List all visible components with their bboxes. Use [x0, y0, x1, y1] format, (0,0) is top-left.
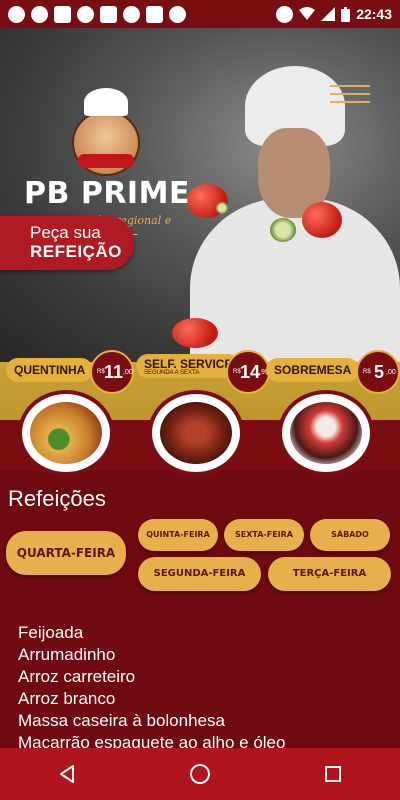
back-triangle-icon [59, 765, 74, 783]
day-tab-quinta[interactable]: QUINTA-FEIRA [138, 519, 218, 551]
price-integer: 5 [374, 362, 385, 382]
price-decimal: ,00 [386, 369, 396, 376]
product-tag-label: SELF. SERVICE [144, 357, 233, 371]
product-quentinha[interactable]: QUENTINHA R$ 11 ,00 [6, 350, 134, 480]
list-item: Arroz carreteiro [18, 667, 136, 686]
order-button-line1: Peça sua [30, 223, 101, 242]
battery-icon [341, 6, 351, 22]
product-tag-label: QUENTINHA [14, 363, 86, 377]
twitter-icon [146, 5, 163, 23]
telegram-icon [77, 5, 94, 23]
product-image [18, 390, 114, 476]
mascot-scarf [78, 154, 134, 168]
meal-list: Feijoada Arrumadinho Arroz carreteiro Ar… [18, 622, 398, 754]
recents-square-icon [325, 766, 342, 782]
steak-plate-image [160, 402, 232, 464]
cucumber-slice-image [270, 218, 296, 242]
price-integer: 11 [104, 362, 124, 382]
day-tab-quarta[interactable]: QUARTA-FEIRA [6, 531, 126, 575]
dessert-glass-image [290, 402, 362, 464]
day-tab-sabado[interactable]: SÁBADO [310, 519, 390, 551]
order-meal-button[interactable]: Peça sua REFEIÇÃO [0, 216, 134, 270]
product-tag: SELF. SERVICE SEGUNDA A SEXTA [136, 354, 241, 378]
meal-plate-image [30, 402, 102, 464]
dnd-icon [276, 5, 294, 23]
whatsapp-icon [123, 5, 140, 23]
price-badge: R$ 14 ,99 [226, 350, 270, 394]
facebook-icon [31, 5, 48, 23]
home-button[interactable] [180, 754, 220, 794]
clock: 22:43 [356, 6, 392, 22]
price-integer: 14 [240, 362, 261, 382]
product-self-service[interactable]: SELF. SERVICE SEGUNDA A SEXTA R$ 14 ,99 [136, 350, 270, 480]
menu-line [330, 85, 370, 87]
brand-name: PB PRIME [24, 176, 190, 211]
recents-button[interactable] [313, 754, 353, 794]
cucumber-slice-image [216, 202, 228, 214]
system-icons: 22:43 [276, 5, 392, 23]
product-sobremesa[interactable]: SOBREMESA R$ 5 ,00 [266, 350, 400, 480]
home-circle-icon [189, 764, 210, 784]
section-title: Refeições [8, 486, 106, 511]
wifi-icon [299, 7, 316, 20]
product-tag-label: SOBREMESA [274, 363, 352, 377]
list-item: Arroz branco [18, 689, 116, 708]
menu-line [330, 93, 370, 95]
tomato-image [172, 318, 218, 348]
back-button[interactable] [47, 754, 87, 794]
mascot-hat [84, 88, 128, 116]
mail-icon [54, 5, 71, 23]
day-tab-segunda[interactable]: SEGUNDA-FEIRA [138, 557, 261, 591]
menu-line [330, 101, 370, 103]
signal-icon [321, 7, 336, 21]
hamburger-menu-button[interactable] [330, 85, 370, 103]
list-item: Feijoada [18, 623, 84, 642]
price-currency: R$ [363, 369, 371, 375]
list-item: Arrumadinho [18, 645, 116, 664]
price-badge: R$ 11 ,00 [90, 350, 134, 394]
product-tag: QUENTINHA [6, 358, 94, 382]
discord-icon [100, 5, 117, 23]
price-badge: R$ 5 ,00 [356, 350, 400, 394]
product-image [148, 390, 244, 476]
notification-icons [8, 5, 186, 23]
price-decimal: ,00 [123, 369, 133, 376]
product-tag: SOBREMESA [266, 358, 360, 382]
pinwheel-icon [169, 5, 186, 23]
product-image [278, 390, 374, 476]
day-tab-terca[interactable]: TERÇA-FEIRA [268, 557, 391, 591]
system-nav-bar [0, 748, 400, 800]
tomato-image [302, 202, 342, 238]
list-item: Massa caseira à bolonhesa [18, 711, 225, 730]
chef-photo-body [190, 198, 400, 362]
day-tab-sexta[interactable]: SEXTA-FEIRA [224, 519, 304, 551]
chef-mascot-icon [70, 88, 142, 176]
order-button-line2: REFEIÇÃO [30, 242, 122, 261]
status-bar: 22:43 [0, 0, 400, 28]
hero-banner: PB PRIME cozinha regional e oriental Peç… [0, 28, 400, 362]
minus-circle-icon [8, 5, 25, 23]
